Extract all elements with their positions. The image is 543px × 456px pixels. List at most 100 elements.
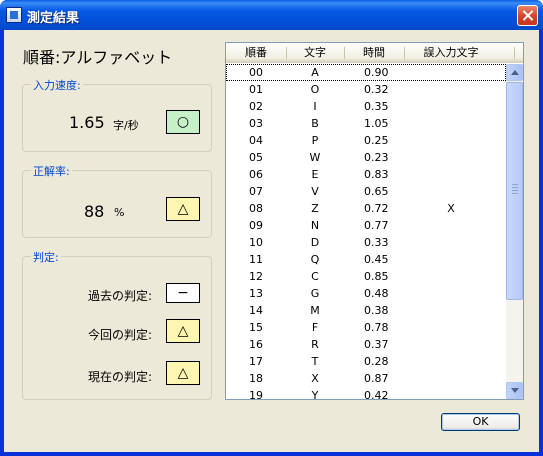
table-row[interactable]: 06 E 0.83: [226, 166, 506, 183]
cell-time: 0.87: [364, 372, 389, 385]
cell-mistype: [404, 81, 498, 98]
cell-time: 0.38: [364, 304, 389, 317]
table-row[interactable]: 14 M 0.38: [226, 302, 506, 319]
cell-order: 10: [249, 236, 263, 249]
column-header-time[interactable]: 時間: [344, 43, 404, 63]
cell-mistype: [404, 149, 498, 166]
table-row[interactable]: 09 N 0.77: [226, 217, 506, 234]
circle-mark-icon: ○: [176, 114, 190, 130]
cell-time: 1.05: [364, 117, 389, 130]
current-judgement-mark: △: [166, 319, 200, 343]
speed-mark: ○: [166, 110, 200, 134]
table-row[interactable]: 08 Z 0.72 X: [226, 200, 506, 217]
cell-order: 12: [249, 270, 263, 283]
table-row[interactable]: 02 I 0.35: [226, 98, 506, 115]
present-judgement-mark: △: [166, 361, 200, 385]
grip-line: [512, 187, 518, 188]
present-judgement-label: 現在の判定:: [88, 370, 153, 384]
close-button[interactable]: [517, 5, 538, 26]
cell-time: 0.77: [364, 219, 389, 232]
table-row[interactable]: 12 C 0.85: [226, 268, 506, 285]
column-header-order[interactable]: 順番: [226, 43, 286, 63]
table-row[interactable]: 15 F 0.78: [226, 319, 506, 336]
table-row[interactable]: 04 P 0.25: [226, 132, 506, 149]
table-row[interactable]: 10 D 0.33: [226, 234, 506, 251]
table-row[interactable]: 05 W 0.23: [226, 149, 506, 166]
list-header: 順番 文字 時間 誤入力文字: [226, 43, 523, 63]
cell-time: 0.33: [364, 236, 389, 249]
cell-mistype: [404, 370, 498, 387]
cell-char: X: [311, 372, 319, 385]
cell-char: O: [310, 83, 320, 96]
list-rows: 00 A 0.90 01 O 0.32 02 I 0.35 03 B 1.05 04 P 0.25 05 W 0.…: [226, 64, 506, 400]
cell-time: 0.42: [364, 389, 389, 400]
column-divider[interactable]: [514, 47, 515, 59]
results-list[interactable]: 順番 文字 時間 誤入力文字 00 A 0.90 01 O 0.32 02 I 0.35 03 B 1…: [225, 42, 524, 400]
cell-char: V: [311, 185, 319, 198]
accuracy-group: 正解率: 88 % △: [22, 163, 212, 238]
arrow-up-icon: [511, 70, 519, 75]
cell-char: B: [311, 117, 319, 130]
column-header-char[interactable]: 文字: [286, 43, 344, 63]
title-bar[interactable]: 測定結果: [0, 0, 543, 30]
cell-mistype: [404, 387, 498, 399]
cell-mistype: [404, 132, 498, 149]
cell-order: 16: [249, 338, 263, 351]
table-row[interactable]: 11 Q 0.45: [226, 251, 506, 268]
cell-time: 0.37: [364, 338, 389, 351]
grip-line: [512, 193, 518, 194]
cell-mistype: [404, 183, 498, 200]
cell-order: 11: [249, 253, 263, 266]
arrow-down-icon: [511, 388, 519, 393]
speed-value: 1.65: [69, 113, 105, 132]
result-window: 測定結果 順番:アルファベット 入力速度: 1.65 字/秒 ○ 正解率: 88…: [0, 0, 543, 456]
table-row[interactable]: 00 A 0.90: [226, 64, 506, 81]
column-header-mistype[interactable]: 誤入力文字: [404, 43, 498, 63]
cell-time: 0.32: [364, 83, 389, 96]
table-row[interactable]: 17 T 0.28: [226, 353, 506, 370]
cell-order: 02: [249, 100, 263, 113]
dialog-body: 順番:アルファベット 入力速度: 1.65 字/秒 ○ 正解率: 88 % △ …: [4, 30, 539, 452]
cell-mistype: [404, 234, 498, 251]
cell-char: G: [310, 287, 320, 300]
table-row[interactable]: 03 B 1.05: [226, 115, 506, 132]
table-row[interactable]: 19 Y 0.42: [226, 387, 506, 400]
cell-mistype: [404, 268, 498, 285]
table-row[interactable]: 13 G 0.48: [226, 285, 506, 302]
cell-char: N: [310, 219, 320, 232]
cell-char: W: [309, 151, 321, 164]
judgement-group: 判定: 過去の判定: − 今回の判定: △ 現在の判定: △: [22, 249, 212, 400]
scroll-up-button[interactable]: [506, 64, 523, 81]
vertical-scrollbar[interactable]: [506, 64, 523, 399]
window-title: 測定結果: [27, 11, 80, 26]
ok-button[interactable]: OK: [441, 413, 520, 431]
cell-time: 0.35: [364, 100, 389, 113]
accuracy-legend: 正解率:: [31, 163, 72, 179]
cell-time: 0.28: [364, 355, 389, 368]
cell-mistype: [404, 285, 498, 302]
past-judgement-label: 過去の判定:: [88, 289, 153, 303]
cell-mistype: [404, 319, 498, 336]
scroll-down-button[interactable]: [506, 382, 523, 399]
app-icon: [6, 7, 22, 23]
table-row[interactable]: 18 X 0.87: [226, 370, 506, 387]
accuracy-mark: △: [166, 197, 200, 221]
order-mode-label: 順番:アルファベット: [23, 48, 173, 67]
cell-order: 14: [249, 304, 263, 317]
table-row[interactable]: 07 V 0.65: [226, 183, 506, 200]
current-judgement-label: 今回の判定:: [88, 328, 153, 342]
cell-char: M: [310, 304, 320, 317]
cell-time: 0.90: [364, 66, 389, 79]
cell-mistype: [404, 166, 498, 183]
cell-char: Y: [311, 389, 319, 400]
cell-mistype: [404, 115, 498, 132]
cell-char: Z: [311, 202, 319, 215]
table-row[interactable]: 16 R 0.37: [226, 336, 506, 353]
cell-time: 0.23: [364, 151, 389, 164]
scroll-thumb[interactable]: [506, 82, 523, 300]
cell-order: 17: [249, 355, 263, 368]
cell-order: 04: [249, 134, 263, 147]
cell-order: 03: [249, 117, 263, 130]
accuracy-value: 88: [84, 202, 105, 221]
table-row[interactable]: 01 O 0.32: [226, 81, 506, 98]
